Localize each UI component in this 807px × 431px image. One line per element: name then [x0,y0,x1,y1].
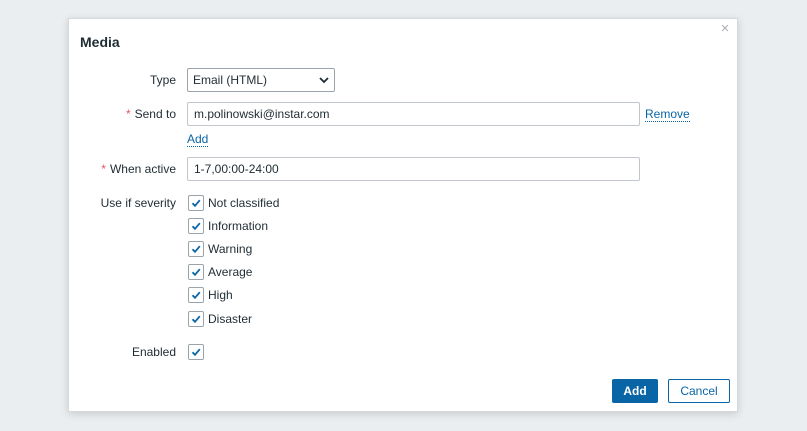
enabled-label: Enabled [131,345,176,359]
type-label: Type [149,73,176,87]
checkmark-icon [191,291,201,300]
type-select-value: Email (HTML) [193,73,267,87]
checkmark-icon [191,315,201,324]
close-icon[interactable]: × [718,21,732,36]
type-select[interactable]: Email (HTML) [187,68,335,92]
severity-label-text: Warning [208,242,253,256]
when-active-input[interactable]: 1-7,00:00-24:00 [187,157,640,181]
dialog-title: Media [80,34,120,50]
severity-label-text: Disaster [208,312,253,326]
severity-label: Use if severity [100,196,176,210]
when-active-label: * When active [101,162,176,176]
checkmark-icon [191,348,201,357]
severity-checkbox[interactable] [188,311,204,327]
severity-label-text: High [208,288,233,302]
media-dialog: Media × Type Email (HTML) * Send to m.pol… [68,18,738,412]
checkmark-icon [191,268,201,277]
chevron-down-icon [319,77,329,84]
checkmark-icon [191,222,201,231]
severity-checkbox[interactable] [188,241,204,257]
severity-label-text: Average [208,265,253,279]
severity-checkbox[interactable] [188,264,204,280]
required-marker: * [101,162,106,176]
add-recipient-link[interactable]: Add [187,132,209,147]
severity-label-text: Not classified [208,196,280,210]
severity-checkbox[interactable] [188,287,204,303]
add-button[interactable]: Add [612,379,658,403]
severity-checkbox[interactable] [188,218,204,234]
required-marker: * [125,107,131,121]
send-to-label-text: Send to [134,107,176,121]
remove-link[interactable]: Remove [645,107,690,122]
send-to-input[interactable]: m.polinowski@instar.com [187,102,640,126]
checkmark-icon [191,245,201,254]
send-to-label: * Send to [126,107,176,121]
cancel-button[interactable]: Cancel [668,379,730,403]
severity-checkbox[interactable] [188,195,204,211]
severity-label-text: Information [208,219,269,233]
enabled-checkbox[interactable] [188,344,204,360]
checkmark-icon [191,199,201,208]
when-active-label-text: When active [109,162,176,176]
